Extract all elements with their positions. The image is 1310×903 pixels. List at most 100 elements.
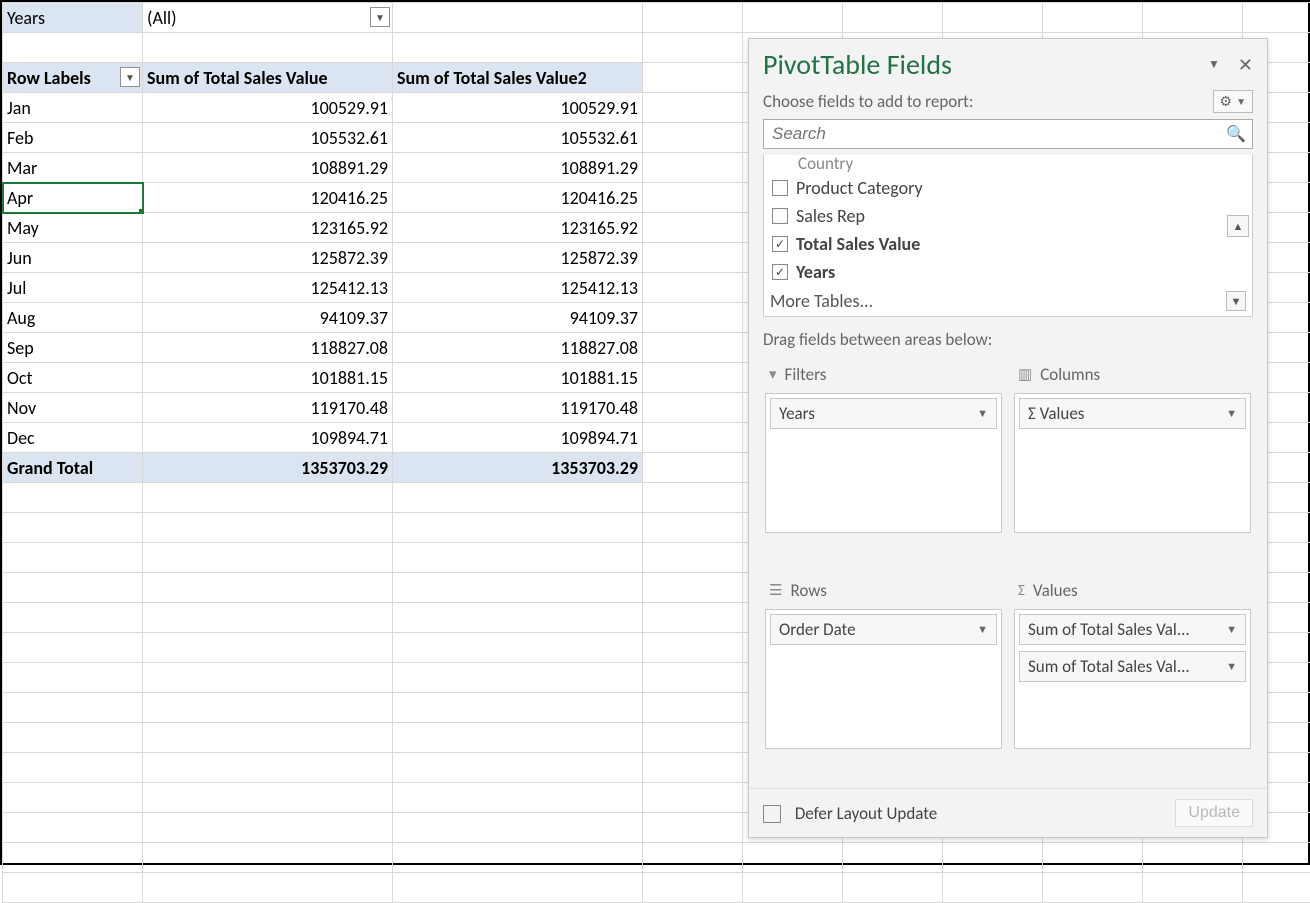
area-rows[interactable]: ☰Rows Order Date ▼ — [759, 572, 1008, 788]
cell[interactable] — [3, 483, 143, 513]
cell[interactable] — [1143, 873, 1243, 903]
chevron-down-icon[interactable]: ▼ — [1226, 623, 1237, 636]
cell[interactable] — [643, 273, 743, 303]
cell[interactable] — [393, 663, 643, 693]
cell[interactable] — [143, 603, 393, 633]
cell[interactable] — [143, 873, 393, 903]
row-label[interactable]: Aug — [3, 303, 143, 333]
close-icon[interactable]: ✕ — [1238, 54, 1253, 76]
cell[interactable] — [843, 843, 943, 873]
cell[interactable] — [393, 813, 643, 843]
cell[interactable] — [393, 693, 643, 723]
value-cell[interactable]: 94109.37 — [393, 303, 643, 333]
cell[interactable] — [1043, 873, 1143, 903]
cell[interactable] — [3, 33, 143, 63]
cell[interactable] — [393, 573, 643, 603]
row-label[interactable]: Sep — [3, 333, 143, 363]
cell[interactable] — [643, 873, 743, 903]
cell[interactable] — [143, 33, 393, 63]
cell[interactable] — [143, 813, 393, 843]
field-item[interactable]: ✓ Years — [770, 258, 1246, 286]
cell[interactable] — [3, 633, 143, 663]
fields-list[interactable]: Country Product Category Sales Rep ✓ Tot… — [763, 155, 1253, 317]
cell[interactable] — [643, 153, 743, 183]
cell[interactable] — [643, 783, 743, 813]
cell[interactable] — [393, 723, 643, 753]
cell[interactable] — [143, 483, 393, 513]
cell[interactable] — [643, 753, 743, 783]
field-checkbox[interactable] — [772, 180, 788, 196]
cell[interactable] — [3, 813, 143, 843]
grand-total-label[interactable]: Grand Total — [3, 453, 143, 483]
cell[interactable] — [143, 663, 393, 693]
row-labels-header[interactable]: Row Labels ▼ — [3, 63, 143, 93]
cell[interactable] — [143, 783, 393, 813]
cell[interactable] — [643, 3, 743, 33]
value-cell[interactable]: 108891.29 — [143, 153, 393, 183]
cell[interactable] — [943, 3, 1043, 33]
cell[interactable] — [643, 303, 743, 333]
field-item[interactable]: Product Category — [770, 174, 1246, 202]
cell[interactable] — [3, 603, 143, 633]
value-cell[interactable]: 123165.92 — [143, 213, 393, 243]
cell[interactable] — [643, 33, 743, 63]
value-cell[interactable]: 101881.15 — [143, 363, 393, 393]
cell[interactable] — [643, 393, 743, 423]
cell[interactable] — [643, 573, 743, 603]
area-field-chip[interactable]: Years ▼ — [770, 398, 997, 429]
value-cell[interactable]: 101881.15 — [393, 363, 643, 393]
cell[interactable] — [3, 663, 143, 693]
row-label[interactable]: Apr — [3, 183, 143, 213]
defer-checkbox[interactable] — [763, 805, 781, 823]
col-header-2[interactable]: Sum of Total Sales Value2 — [393, 63, 643, 93]
fields-scrollbar[interactable]: ▲ — [1227, 215, 1249, 385]
row-label[interactable]: Oct — [3, 363, 143, 393]
col-header-1[interactable]: Sum of Total Sales Value — [143, 63, 393, 93]
value-cell[interactable]: 120416.25 — [393, 183, 643, 213]
value-cell[interactable]: 120416.25 — [143, 183, 393, 213]
cell[interactable] — [143, 543, 393, 573]
cell[interactable] — [393, 843, 643, 873]
cell[interactable] — [843, 3, 943, 33]
report-filter-value[interactable]: (All) ▼ — [143, 3, 393, 33]
cell[interactable] — [743, 843, 843, 873]
cell[interactable] — [3, 693, 143, 723]
value-cell[interactable]: 125412.13 — [143, 273, 393, 303]
field-search[interactable]: 🔍 — [763, 119, 1253, 149]
area-field-chip[interactable]: Σ Values ▼ — [1019, 398, 1246, 429]
cell[interactable] — [3, 843, 143, 873]
cell[interactable] — [643, 213, 743, 243]
cell[interactable] — [643, 633, 743, 663]
value-cell[interactable]: 119170.48 — [143, 393, 393, 423]
grand-total-value[interactable]: 1353703.29 — [393, 453, 643, 483]
cell[interactable] — [643, 93, 743, 123]
cell[interactable] — [643, 483, 743, 513]
cell[interactable] — [393, 603, 643, 633]
cell[interactable] — [643, 723, 743, 753]
cell[interactable] — [1243, 3, 1310, 33]
cell[interactable] — [393, 753, 643, 783]
value-cell[interactable]: 105532.61 — [143, 123, 393, 153]
cell[interactable] — [643, 423, 743, 453]
cell[interactable] — [1143, 843, 1243, 873]
field-checkbox[interactable]: ✓ — [772, 236, 788, 252]
value-cell[interactable]: 109894.71 — [143, 423, 393, 453]
row-label[interactable]: Jul — [3, 273, 143, 303]
cell[interactable] — [643, 693, 743, 723]
cell[interactable] — [393, 33, 643, 63]
area-columns[interactable]: ▥Columns Σ Values ▼ — [1008, 356, 1257, 572]
cell[interactable] — [643, 453, 743, 483]
cell[interactable] — [643, 813, 743, 843]
chevron-down-icon[interactable]: ▼ — [1226, 660, 1237, 673]
cell[interactable] — [3, 783, 143, 813]
cell[interactable] — [393, 543, 643, 573]
field-checkbox[interactable] — [772, 208, 788, 224]
cell[interactable] — [393, 783, 643, 813]
value-cell[interactable]: 119170.48 — [393, 393, 643, 423]
cell[interactable] — [643, 603, 743, 633]
value-cell[interactable]: 109894.71 — [393, 423, 643, 453]
chevron-down-icon[interactable]: ▼ — [977, 407, 988, 420]
cell[interactable] — [143, 513, 393, 543]
area-field-chip[interactable]: Sum of Total Sales Val... ▼ — [1019, 651, 1246, 682]
row-label[interactable]: Dec — [3, 423, 143, 453]
